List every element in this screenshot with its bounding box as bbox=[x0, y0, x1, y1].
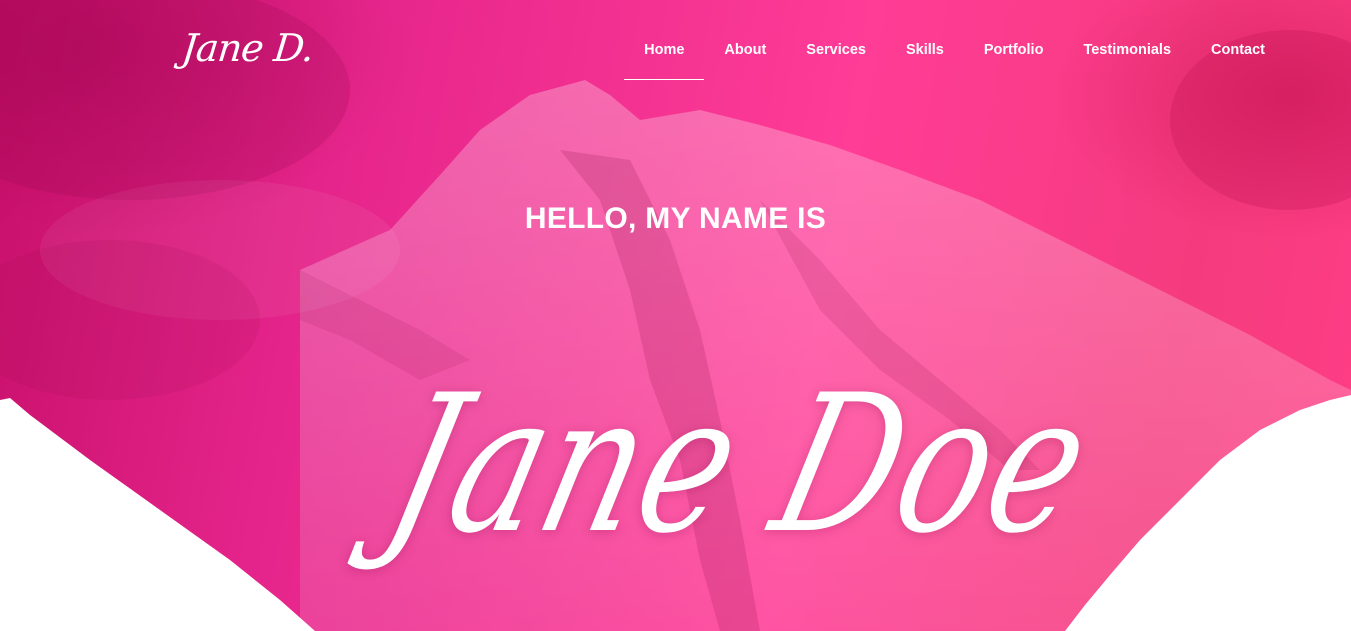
page: Jane D. Home About Services Skills Portf… bbox=[0, 0, 1351, 631]
hero-name-container: Jane Doe bbox=[300, 340, 1110, 631]
nav-item-contact[interactable]: Contact bbox=[1191, 28, 1285, 72]
nav-item-portfolio[interactable]: Portfolio bbox=[964, 28, 1064, 72]
site-logo[interactable]: Jane D. bbox=[180, 16, 316, 80]
hero-greeting: HELLO, MY NAME IS bbox=[524, 202, 827, 235]
hero-name: Jane Doe bbox=[369, 354, 1111, 575]
nav-item-testimonials[interactable]: Testimonials bbox=[1063, 28, 1191, 72]
nav-item-skills[interactable]: Skills bbox=[886, 28, 964, 72]
logo-signature-text: Jane D. bbox=[179, 26, 316, 70]
nav-item-about[interactable]: About bbox=[704, 28, 786, 72]
nav-item-home[interactable]: Home bbox=[624, 28, 705, 80]
nav-item-services[interactable]: Services bbox=[786, 28, 886, 72]
main-navigation: Home About Services Skills Portfolio Tes… bbox=[624, 28, 1285, 80]
